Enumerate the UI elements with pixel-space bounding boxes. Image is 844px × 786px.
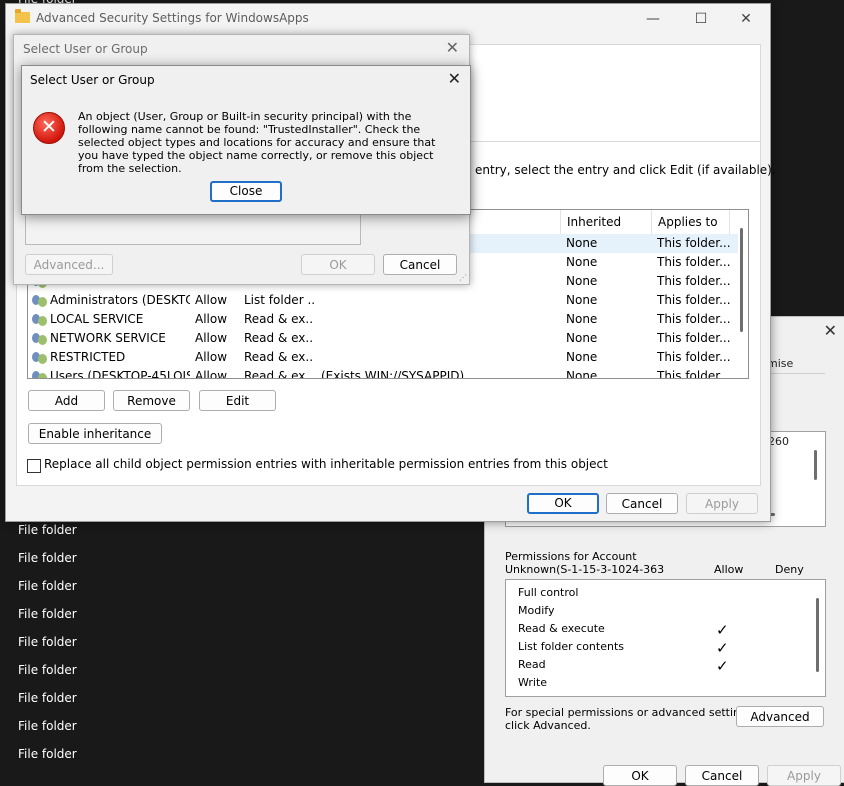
users-icon — [32, 351, 48, 364]
cancel-button[interactable]: Cancel — [383, 254, 457, 275]
cancel-button[interactable]: Cancel — [685, 765, 759, 786]
list-item[interactable]: File folder — [18, 635, 77, 649]
close-icon[interactable]: ✕ — [448, 69, 461, 88]
list-scrollbar[interactable] — [814, 450, 817, 480]
error-body: ✕ An object (User, Group or Built-in sec… — [22, 96, 470, 214]
title-bar[interactable]: Advanced Security Settings for WindowsAp… — [6, 4, 770, 34]
check-icon: ✓ — [716, 639, 729, 657]
enable-inheritance-button[interactable]: Enable inheritance — [28, 423, 162, 444]
apply-button[interactable]: Apply — [767, 765, 841, 786]
close-icon[interactable]: ✕ — [824, 321, 837, 340]
permissions-for-account: Unknown(S-1-15-3-1024-363528 — [505, 563, 665, 576]
permission-write: Write — [518, 676, 548, 689]
list-item[interactable]: File folder — [18, 579, 77, 593]
object-names-input[interactable] — [25, 213, 361, 245]
special-permissions-text: For special permissions or advanced sett… — [505, 706, 757, 719]
error-icon: ✕ — [33, 112, 65, 144]
list-item[interactable]: File folder — [18, 551, 77, 565]
column-inherited-from[interactable]: Inherited from — [560, 210, 652, 253]
instruction-text: entry, select the entry and click Edit (… — [475, 163, 776, 177]
replace-permissions-label: Replace all child object permission entr… — [44, 457, 608, 471]
edit-button[interactable]: Edit — [199, 390, 276, 411]
permission-read: Read — [518, 658, 546, 671]
list-item[interactable]: File folder — [18, 747, 77, 761]
deny-column-header: Deny — [775, 563, 804, 576]
resize-grip-icon[interactable]: ⋰ — [459, 273, 467, 282]
advanced-button[interactable]: Advanced... — [25, 254, 113, 275]
permissions-scrollbar[interactable] — [816, 598, 819, 672]
list-item[interactable]: File folder — [18, 663, 77, 677]
ok-button[interactable]: OK — [527, 493, 599, 514]
ok-button[interactable]: OK — [603, 765, 677, 786]
permission-modify: Modify — [518, 604, 555, 617]
special-permissions-text-2: click Advanced. — [505, 719, 591, 732]
users-icon — [32, 370, 48, 378]
add-button[interactable]: Add — [28, 390, 105, 411]
list-item[interactable]: File folder — [18, 523, 77, 537]
maximize-icon[interactable]: ☐ — [689, 8, 713, 30]
window-title: Advanced Security Settings for WindowsAp… — [36, 11, 309, 25]
ok-button[interactable]: OK — [301, 254, 375, 275]
permission-list-folder-contents: List folder contents — [518, 640, 624, 653]
table-row[interactable]: Users (DESKTOP-45LOIS... Allow Read & ex… — [28, 367, 738, 378]
check-icon: ✓ — [716, 621, 729, 639]
check-icon: ✓ — [716, 657, 729, 675]
dialog-title: Select User or Group — [23, 42, 148, 56]
error-dialog: Select User or Group ✕ ✕ An object (User… — [21, 65, 471, 215]
tab-panel-edge — [468, 45, 761, 142]
table-scrollbar[interactable] — [740, 228, 743, 332]
list-item[interactable]: File folder — [18, 607, 77, 621]
table-row[interactable]: NETWORK SERVICE Allow Read & ex... None … — [28, 329, 738, 348]
list-item[interactable]: File folder — [18, 691, 77, 705]
list-item[interactable]: File folder — [18, 719, 77, 733]
permission-full-control: Full control — [518, 586, 579, 599]
close-icon[interactable]: ✕ — [446, 38, 459, 57]
folder-icon — [15, 9, 30, 23]
permission-read-execute: Read & execute — [518, 622, 605, 635]
apply-button[interactable]: Apply — [686, 493, 758, 514]
close-button[interactable]: Close — [210, 181, 282, 202]
table-row[interactable]: Administrators (DESKTO... Allow List fol… — [28, 291, 738, 310]
table-row[interactable]: RESTRICTED Allow Read & ex... None This … — [28, 348, 738, 367]
advanced-button[interactable]: Advanced — [736, 706, 824, 727]
cancel-button[interactable]: Cancel — [606, 493, 678, 514]
error-message: An object (User, Group or Built-in secur… — [78, 110, 436, 175]
permissions-for-label: Permissions for Account — [505, 550, 637, 563]
users-icon — [32, 313, 48, 326]
users-icon — [32, 332, 48, 345]
users-icon — [32, 294, 48, 307]
remove-button[interactable]: Remove — [113, 390, 190, 411]
close-icon[interactable]: ✕ — [734, 8, 758, 30]
minimize-icon[interactable]: — — [641, 8, 665, 30]
table-row[interactable]: LOCAL SERVICE Allow Read & ex... None Th… — [28, 310, 738, 329]
permissions-list[interactable]: Full control Modify Read & execute ✓ Lis… — [505, 579, 826, 697]
replace-permissions-checkbox[interactable] — [27, 459, 41, 473]
column-applies-to[interactable]: Applies to — [652, 210, 730, 234]
dialog-title: Select User or Group — [30, 73, 155, 87]
allow-column-header: Allow — [714, 563, 744, 576]
